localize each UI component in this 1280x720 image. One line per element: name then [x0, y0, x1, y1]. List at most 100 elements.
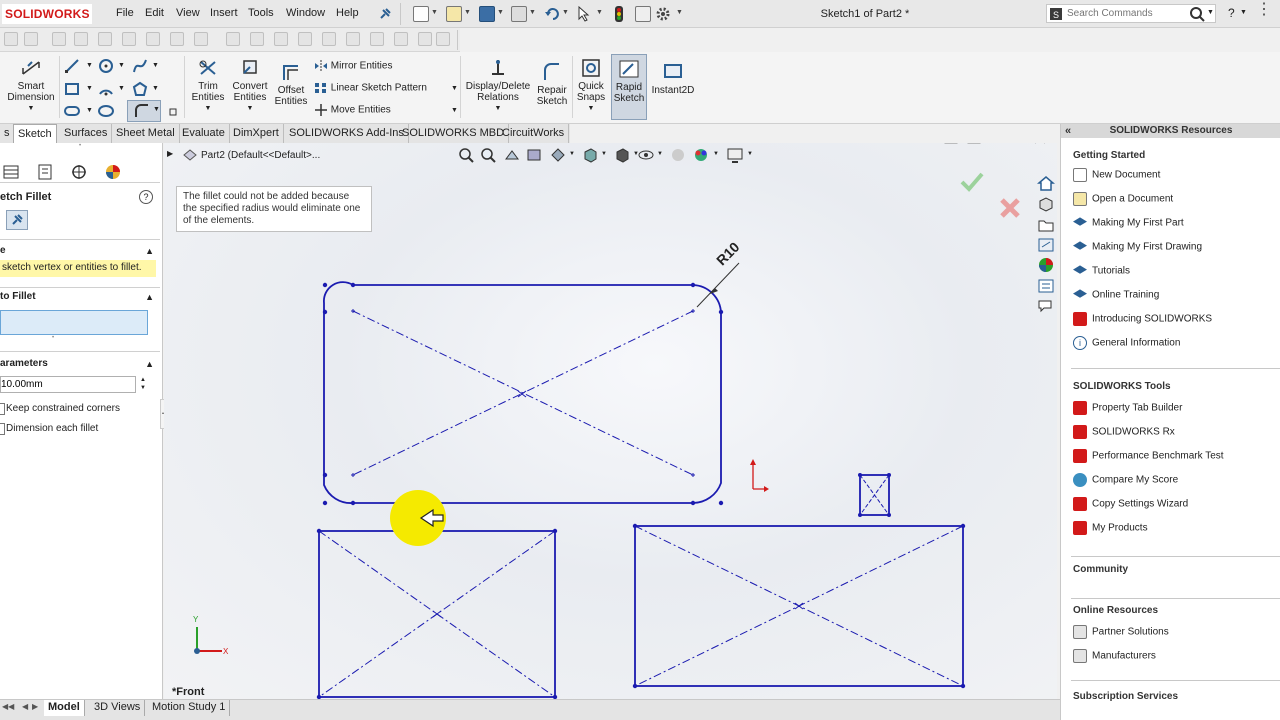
splitter-handle[interactable]: • — [0, 143, 160, 151]
tab-dimxpert[interactable]: DimXpert — [229, 124, 284, 143]
keep-constrained-checkbox[interactable] — [0, 403, 5, 415]
help-button[interactable]: ? — [1228, 6, 1235, 20]
resource-online-training[interactable]: Online Training — [1073, 288, 1159, 302]
chevron-down-icon[interactable]: ▼ — [153, 106, 160, 113]
menu-help[interactable]: Help — [336, 7, 359, 19]
message-section-header[interactable]: e ▲ — [0, 242, 160, 260]
chevron-down-icon[interactable]: ▼ — [464, 9, 471, 16]
tab-addins[interactable]: SOLIDWORKS Add-Ins — [285, 124, 409, 143]
fillet-radius-input[interactable] — [0, 376, 136, 393]
display-delete-relations-button[interactable]: Display/Delete Relations ▼ — [463, 58, 533, 114]
parameters-section-header[interactable]: arameters ▲ — [0, 355, 160, 373]
rapid-sketch-button[interactable]: Rapid Sketch — [611, 54, 647, 120]
tab-mbd[interactable]: SOLIDWORKS MBD — [398, 124, 510, 143]
undo-icon[interactable] — [544, 6, 560, 22]
search-input[interactable] — [1067, 6, 1187, 21]
resource-solidworks-rx[interactable]: SOLIDWORKS Rx — [1073, 425, 1175, 439]
forum-icon[interactable] — [1037, 298, 1055, 314]
design-library-icon[interactable] — [1037, 196, 1055, 212]
chevron-down-icon[interactable]: ▼ — [529, 9, 536, 16]
trim-entities-button[interactable]: Trim Entities ▼ — [186, 58, 230, 114]
tab-sketch[interactable]: Sketch — [13, 124, 57, 143]
resource-introducing[interactable]: Introducing SOLIDWORKS — [1073, 312, 1212, 326]
chevron-down-icon[interactable]: ▼ — [562, 9, 569, 16]
search-icon[interactable] — [1189, 6, 1205, 22]
mirror-entities-button[interactable]: Mirror Entities — [314, 60, 392, 72]
subscription-title[interactable]: Subscription Services — [1073, 691, 1178, 702]
chevron-down-icon[interactable]: ▼ — [152, 85, 159, 92]
chevron-down-icon[interactable]: ▼ — [596, 9, 603, 16]
sketch-vertices[interactable] — [322, 282, 724, 506]
view-palette-icon[interactable] — [1037, 237, 1055, 253]
select-arrow-icon[interactable] — [577, 6, 591, 22]
menu-tools[interactable]: Tools — [248, 7, 274, 19]
resource-copy-settings[interactable]: Copy Settings Wizard — [1073, 497, 1188, 511]
menu-view[interactable]: View — [176, 7, 200, 19]
resource-benchmark[interactable]: Performance Benchmark Test — [1073, 449, 1224, 463]
resource-manufacturers[interactable]: Manufacturers — [1073, 649, 1156, 663]
tab-motion-study[interactable]: Motion Study 1 — [148, 700, 231, 716]
offset-entities-button[interactable]: Offset Entities — [271, 62, 311, 107]
chevron-down-icon[interactable]: ▼ — [431, 9, 438, 16]
chevron-up-icon[interactable]: ▲ — [145, 288, 154, 306]
more-icon[interactable]: ⋮ — [1256, 2, 1272, 18]
chevron-down-icon[interactable]: ▼ — [86, 62, 93, 69]
radius-spinner[interactable]: ▲ ▼ — [137, 376, 149, 393]
circle-icon[interactable] — [98, 58, 114, 74]
spline-icon[interactable] — [132, 58, 148, 74]
chevron-down-icon[interactable]: ▼ — [86, 85, 93, 92]
chevron-down-icon[interactable]: ▼ — [676, 9, 683, 16]
graphics-area[interactable]: ▶ Part2 (Default<<Default>... ▼ ▼ ▼ ▼ ▼ … — [164, 143, 1057, 699]
home-icon[interactable] — [1037, 175, 1055, 191]
appearances-icon[interactable] — [1037, 257, 1055, 273]
print-icon[interactable] — [511, 6, 527, 22]
menu-insert[interactable]: Insert — [210, 7, 238, 19]
tab-circuitworks[interactable]: CircuitWorks — [498, 124, 570, 143]
chevron-down-icon[interactable]: ▼ — [451, 85, 458, 92]
chevron-down-icon[interactable]: ▼ — [118, 85, 125, 92]
move-entities-button[interactable]: Move Entities — [314, 104, 391, 116]
rectangle-icon[interactable] — [64, 81, 80, 97]
menu-file[interactable]: File — [116, 7, 134, 19]
rebuild-icon[interactable] — [613, 5, 625, 23]
file-explorer-icon[interactable] — [1037, 217, 1055, 233]
slot-icon[interactable] — [64, 103, 80, 119]
pin-icon[interactable] — [378, 7, 392, 21]
resource-tutorials[interactable]: Tutorials — [1073, 264, 1130, 278]
open-folder-icon[interactable] — [446, 6, 462, 22]
tab-sheet-metal[interactable]: Sheet Metal — [112, 124, 180, 143]
chevron-down-icon[interactable]: ▼ — [118, 62, 125, 69]
convert-entities-button[interactable]: Convert Entities ▼ — [228, 58, 272, 114]
save-icon[interactable] — [479, 6, 495, 22]
chevron-up-icon[interactable]: ▲ — [145, 355, 154, 373]
feature-manager-icon[interactable] — [2, 164, 20, 180]
chevron-down-icon[interactable]: ▼ — [451, 107, 458, 114]
resource-new-document[interactable]: New Document — [1073, 168, 1160, 182]
chevron-down-icon[interactable]: ▼ — [86, 107, 93, 114]
entities-section-header[interactable]: to Fillet ▲ — [0, 288, 160, 306]
chevron-down-icon[interactable]: ▼ — [152, 62, 159, 69]
chevron-down-icon[interactable]: ▼ — [1207, 9, 1214, 16]
resource-first-part[interactable]: Making My First Part — [1073, 216, 1184, 230]
chevron-down-icon[interactable]: ▼ — [1240, 9, 1247, 16]
tab-surfaces[interactable]: Surfaces — [60, 124, 113, 143]
resource-my-products[interactable]: My Products — [1073, 521, 1148, 535]
smart-dimension-button[interactable]: Smart Dimension ▼ — [4, 58, 58, 114]
sketch-fillet-button[interactable]: ▼ — [127, 100, 161, 122]
menu-window[interactable]: Window — [286, 7, 325, 19]
scroll-right-icon[interactable]: ▶ — [32, 702, 38, 711]
gear-icon[interactable] — [655, 6, 671, 22]
scroll-left-icon[interactable]: ◀ — [22, 702, 28, 711]
menu-edit[interactable]: Edit — [145, 7, 164, 19]
resource-partner-solutions[interactable]: Partner Solutions — [1073, 625, 1169, 639]
file-properties-icon[interactable] — [635, 6, 651, 22]
polygon-icon[interactable] — [132, 81, 148, 97]
property-manager-icon[interactable] — [36, 164, 54, 180]
chevron-up-icon[interactable]: ▲ — [145, 242, 154, 260]
resource-compare-score[interactable]: Compare My Score — [1073, 473, 1178, 487]
chevron-down-icon[interactable]: ▼ — [497, 9, 504, 16]
tab-model[interactable]: Model — [44, 700, 85, 716]
new-document-icon[interactable] — [413, 6, 429, 22]
tab-3d-views[interactable]: 3D Views — [90, 700, 146, 716]
quick-snaps-button[interactable]: Quick Snaps ▼ — [574, 58, 608, 114]
